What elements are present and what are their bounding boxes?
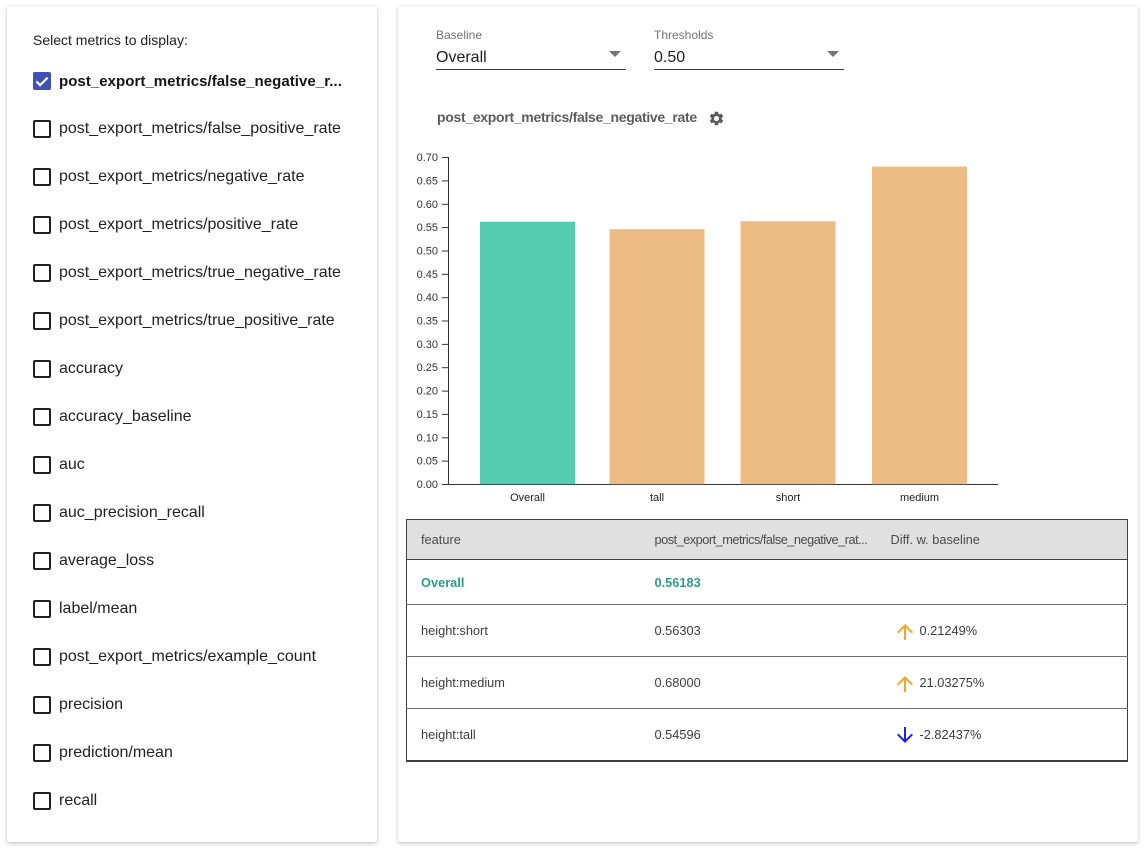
svg-text:short: short xyxy=(776,492,800,504)
svg-text:0.10: 0.10 xyxy=(417,432,438,444)
svg-text:0.65: 0.65 xyxy=(417,175,438,187)
svg-text:0.35: 0.35 xyxy=(417,316,438,328)
svg-text:0.70: 0.70 xyxy=(417,152,438,164)
svg-text:0.05: 0.05 xyxy=(417,456,438,468)
svg-text:0.25: 0.25 xyxy=(417,362,438,374)
svg-text:medium: medium xyxy=(900,492,939,504)
svg-text:0.50: 0.50 xyxy=(417,246,438,258)
svg-text:0.55: 0.55 xyxy=(417,222,438,234)
svg-text:0.20: 0.20 xyxy=(417,386,438,398)
svg-text:tall: tall xyxy=(650,492,664,504)
svg-text:0.15: 0.15 xyxy=(417,409,438,421)
svg-text:0.45: 0.45 xyxy=(417,269,438,281)
svg-text:0.40: 0.40 xyxy=(417,292,438,304)
svg-text:0.30: 0.30 xyxy=(417,339,438,351)
svg-text:0.60: 0.60 xyxy=(417,199,438,211)
svg-text:Overall: Overall xyxy=(510,492,545,504)
svg-text:0.00: 0.00 xyxy=(417,479,438,491)
